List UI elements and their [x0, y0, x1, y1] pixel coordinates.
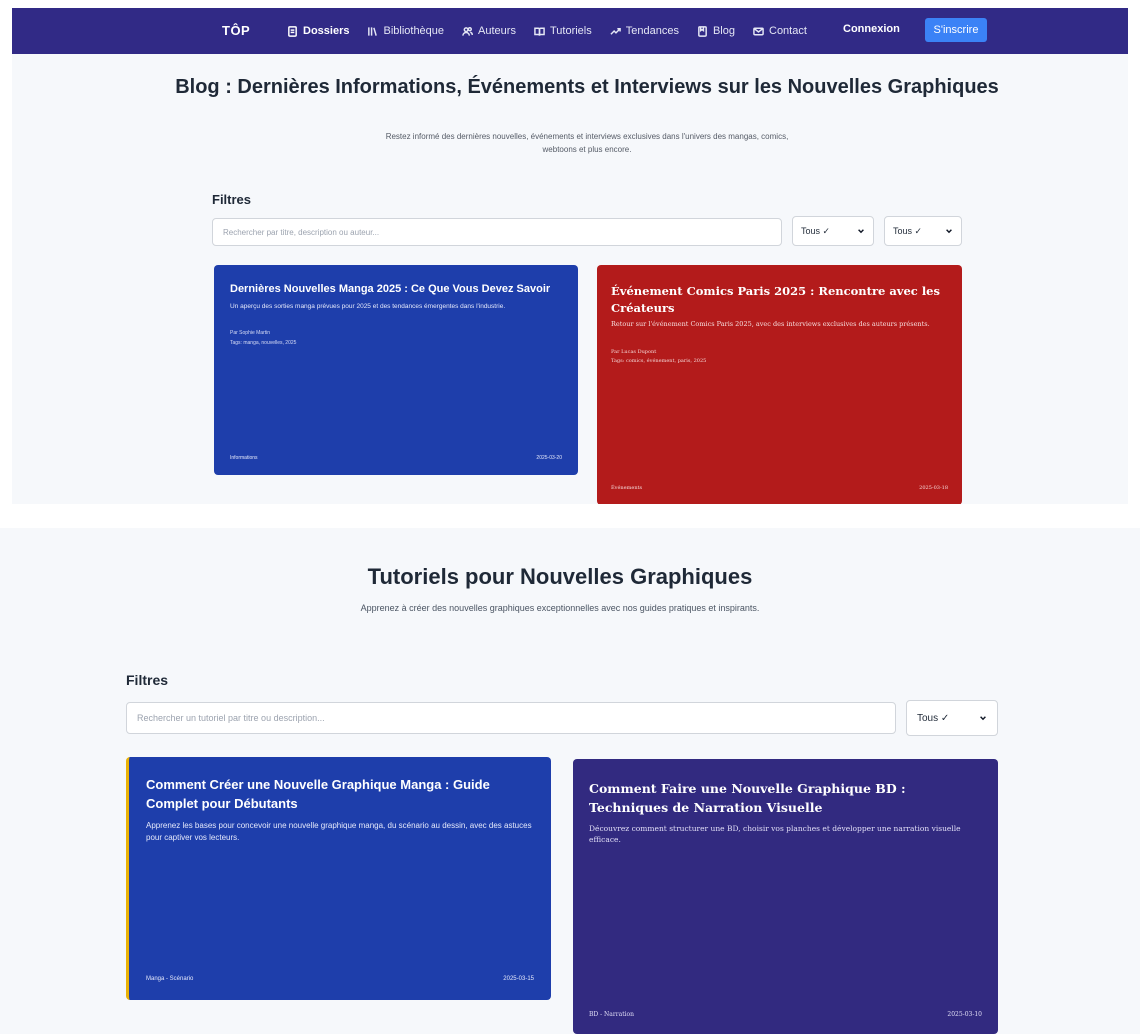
- card-date: 2025-03-18: [919, 485, 948, 491]
- chevron-down-icon: [980, 716, 986, 721]
- card-tags: Tags: comics, événement, paris, 2025: [611, 358, 707, 364]
- card-category: Manga - Scénario: [146, 976, 194, 982]
- card-description: Découvrez comment structurer une BD, cho…: [589, 824, 961, 844]
- nav-item-label: Tendances: [625, 25, 679, 37]
- library-icon: [368, 26, 378, 36]
- file-icon: [288, 25, 297, 37]
- filters-heading: Filtres: [212, 192, 252, 207]
- page-title: Blog : Dernières Informations, Événement…: [175, 76, 999, 98]
- card-category: BD - Narration: [589, 1011, 635, 1018]
- nav-item-contact[interactable]: Contact: [753, 25, 807, 37]
- nav-item-label: Tutoriels: [549, 25, 592, 37]
- tutorial-card[interactable]: Comment Faire une Nouvelle Graphique BD …: [573, 759, 998, 1034]
- mail-icon: [753, 27, 764, 35]
- top-navbar: TÔP Dossiers Bibliothèque Auteurs Tutori…: [12, 8, 1128, 54]
- card-title: Comment Créer une Nouvelle Graphique Man…: [146, 777, 490, 811]
- nav-item-bibliotheque[interactable]: Bibliothèque: [367, 25, 444, 37]
- site-logo[interactable]: TÔP: [222, 23, 250, 38]
- card-date: 2025-03-15: [503, 976, 534, 982]
- tutorials-screen: Tutoriels pour Nouvelles Graphiques Appr…: [0, 528, 1140, 1034]
- nav-item-tutoriels[interactable]: Tutoriels: [534, 25, 592, 37]
- nav-item-label: Contact: [769, 25, 807, 37]
- chevron-down-icon: [946, 229, 952, 234]
- tutorials-title: Tutoriels pour Nouvelles Graphiques: [367, 564, 753, 589]
- select-value: Tous ✓: [893, 225, 923, 236]
- signup-button[interactable]: S'inscrire: [925, 18, 987, 42]
- nav-item-auteurs[interactable]: Auteurs: [462, 25, 516, 37]
- card-description: Apprenez les bases pour concevoir une no…: [146, 821, 532, 842]
- card-date: 2025-03-10: [947, 1011, 982, 1018]
- card-author: Par Sophie Martin: [230, 330, 271, 336]
- nav-item-blog[interactable]: Blog: [697, 25, 735, 37]
- card-title: Dernières Nouvelles Manga 2025 : Ce Que …: [230, 283, 551, 295]
- nav-links: Dossiers Bibliothèque Auteurs Tutoriels …: [287, 8, 807, 54]
- login-link[interactable]: Connexion: [843, 23, 900, 35]
- book-open-icon: [534, 27, 545, 36]
- blog-card[interactable]: Dernières Nouvelles Manga 2025 : Ce Que …: [214, 265, 578, 475]
- card-description: Un aperçu des sorties manga prévues pour…: [230, 303, 506, 310]
- card-footer: Manga - Scénario 2025-03-15: [129, 976, 551, 982]
- card-title: Comment Faire une Nouvelle Graphique BD …: [589, 781, 906, 815]
- blog-card[interactable]: Événement Comics Paris 2025 : Rencontre …: [597, 265, 962, 504]
- bookmark-icon: [698, 25, 707, 37]
- tutorial-category-select[interactable]: Tous ✓: [906, 700, 998, 736]
- select-value: Tous ✓: [801, 225, 831, 236]
- users-icon: [462, 26, 474, 36]
- card-category: Événements: [611, 485, 643, 491]
- blog-search-input[interactable]: [212, 218, 782, 246]
- nav-item-label: Auteurs: [478, 25, 516, 37]
- tutorials-subtitle: Apprenez à créer des nouvelles graphique…: [360, 603, 760, 613]
- trending-icon: [610, 27, 621, 35]
- blog-sort-select[interactable]: Tous ✓: [884, 216, 962, 246]
- nav-item-tendances[interactable]: Tendances: [610, 25, 679, 37]
- card-description: Retour sur l'événement Comics Paris 2025…: [611, 320, 930, 328]
- card-footer: BD - Narration 2025-03-10: [573, 1011, 998, 1018]
- card-tags: Tags: manga, nouvelles, 2025: [230, 340, 297, 346]
- card-author: Par Lucas Dupont: [611, 349, 657, 355]
- chevron-down-icon: [858, 229, 864, 234]
- blog-category-select[interactable]: Tous ✓: [792, 216, 874, 246]
- card-title: Événement Comics Paris 2025 : Rencontre …: [611, 284, 940, 315]
- card-date: 2025-03-20: [536, 455, 562, 461]
- card-category: Informations: [230, 455, 258, 461]
- nav-item-dossiers[interactable]: Dossiers: [287, 25, 349, 37]
- nav-item-label: Blog: [712, 25, 735, 37]
- nav-item-label: Dossiers: [303, 25, 350, 37]
- tutorial-search-input[interactable]: [126, 702, 896, 734]
- page-subtitle: Restez informé des dernières nouvelles, …: [385, 132, 789, 154]
- blog-screen: TÔP Dossiers Bibliothèque Auteurs Tutori…: [12, 8, 1128, 504]
- select-value: Tous ✓: [917, 712, 950, 724]
- filters-heading: Filtres: [126, 672, 169, 688]
- card-footer: Événements 2025-03-18: [597, 485, 962, 491]
- card-footer: Informations 2025-03-20: [214, 455, 578, 461]
- nav-item-label: Bibliothèque: [383, 25, 445, 37]
- tutorial-card[interactable]: Comment Créer une Nouvelle Graphique Man…: [126, 757, 551, 1000]
